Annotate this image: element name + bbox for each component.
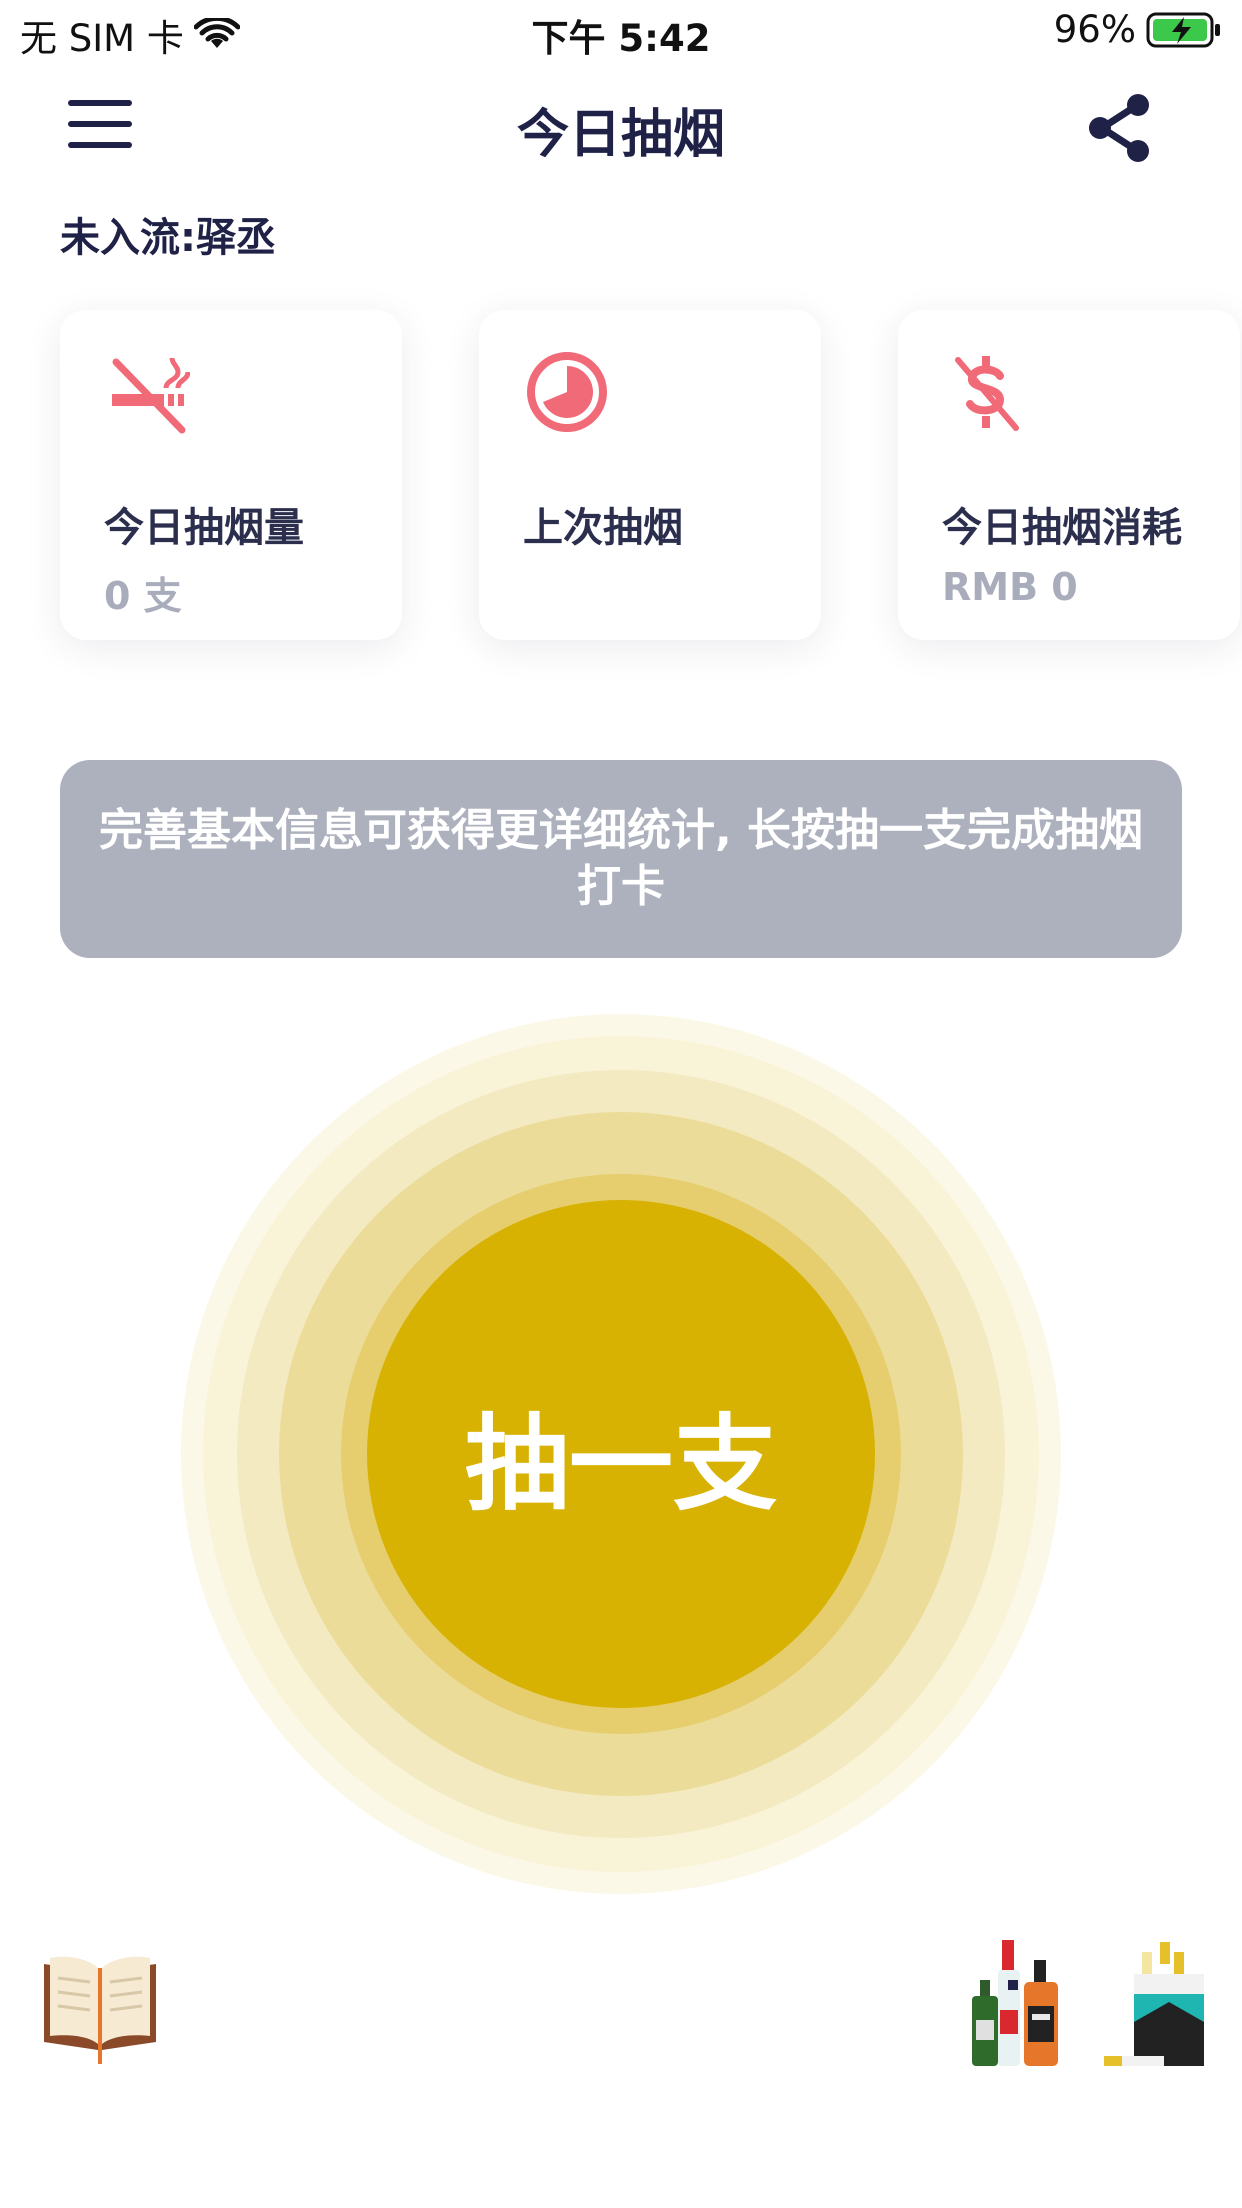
clock-pie-icon xyxy=(527,352,607,432)
stat-label: 上次抽烟 xyxy=(523,505,683,551)
stat-label: 今日抽烟消耗 xyxy=(942,505,1182,551)
status-bar: 无 SIM 卡 下午 5:42 96% xyxy=(0,0,1242,62)
stat-card-today-cost: 今日抽烟消耗 RMB 0 xyxy=(898,310,1240,640)
dollar-slash-icon xyxy=(955,356,1019,431)
stat-value: RMB 0 xyxy=(942,565,1078,609)
share-icon xyxy=(1089,94,1149,162)
cigarette-pack-button[interactable] xyxy=(1104,1942,1208,2070)
stat-card-last-smoke: 上次抽烟 xyxy=(479,310,821,640)
book-icon xyxy=(44,1956,156,2064)
no-smoking-icon xyxy=(112,357,190,434)
battery-info: 96% xyxy=(1054,8,1222,51)
cigarette-pack-icon xyxy=(1104,1942,1204,2066)
rank-label: 未入流:驿丞 xyxy=(60,215,276,261)
liquor-button[interactable] xyxy=(968,1940,1068,2070)
stat-value: 0 支 xyxy=(104,574,182,618)
guide-book-button[interactable] xyxy=(40,1950,160,2065)
liquor-bottles-icon xyxy=(972,1940,1058,2066)
battery-charging-icon xyxy=(1146,12,1220,47)
smoke-one-button[interactable]: 抽一支 xyxy=(367,1200,875,1708)
share-button[interactable] xyxy=(1084,92,1156,164)
hint-text: 完善基本信息可获得更详细统计, 长按抽一支完成抽烟打卡 xyxy=(98,805,1144,912)
stat-label: 今日抽烟量 xyxy=(104,505,304,551)
stat-card-today-count: 今日抽烟量 0 支 xyxy=(60,310,402,640)
page-title: 今日抽烟 xyxy=(516,105,725,165)
hint-banner: 完善基本信息可获得更详细统计, 长按抽一支完成抽烟打卡 xyxy=(60,760,1182,958)
smoke-button-label: 抽一支 xyxy=(464,1402,777,1525)
battery-percent: 96% xyxy=(1053,8,1136,51)
